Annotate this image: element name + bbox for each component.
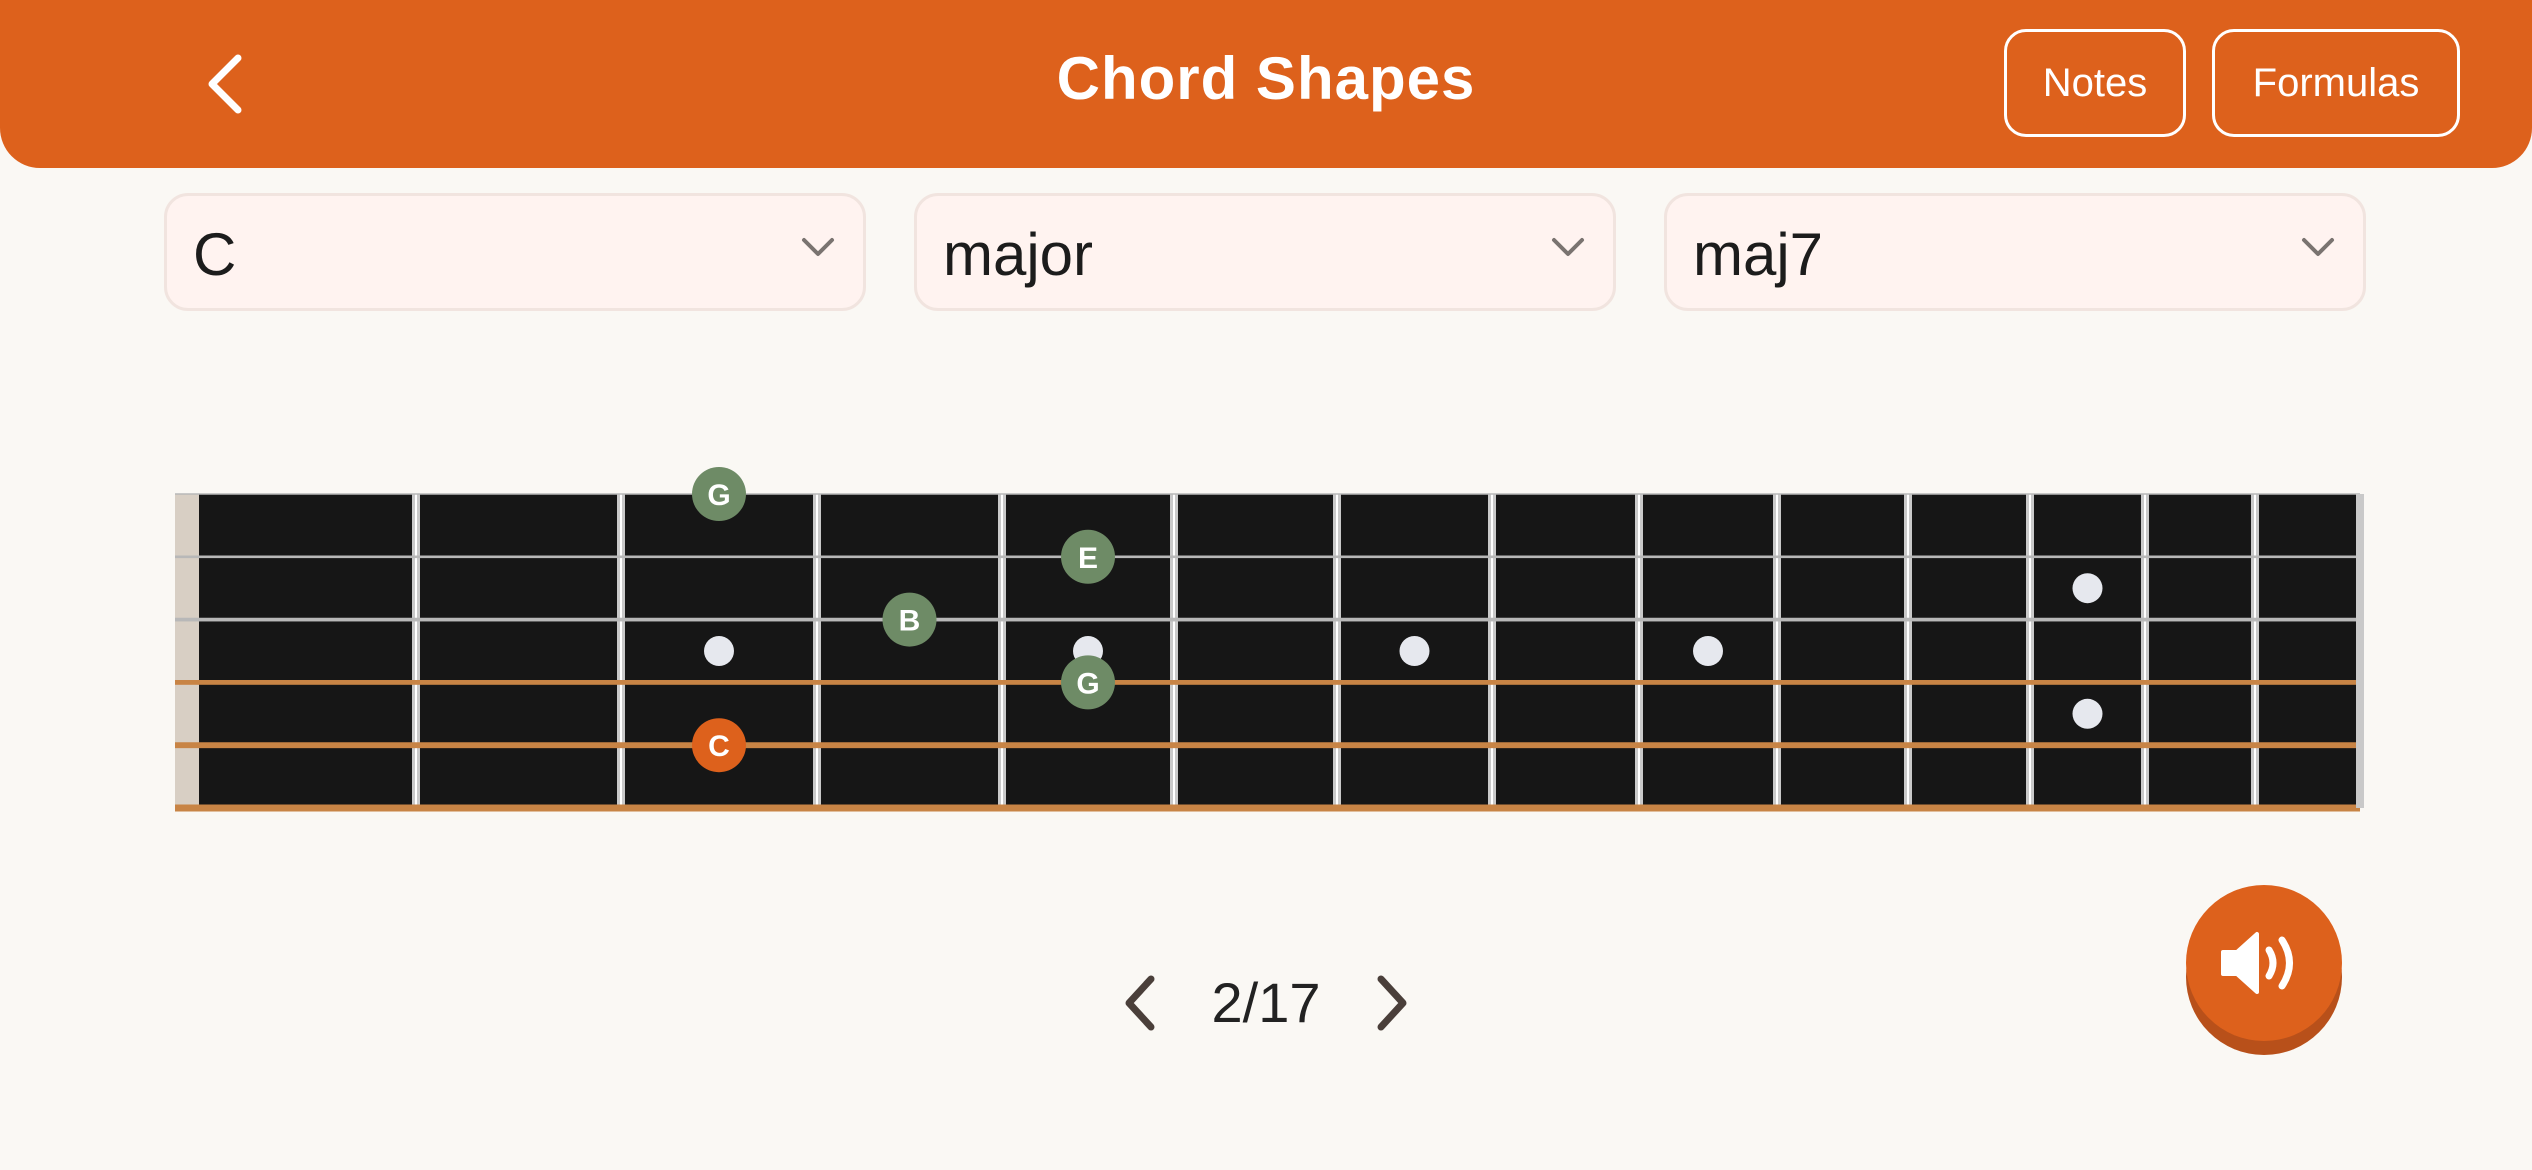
note-label: G <box>707 479 730 512</box>
fret-highlight <box>1173 494 1175 808</box>
inlay-dot <box>2072 698 2103 729</box>
guitar-string <box>175 617 2360 622</box>
guitar-string <box>175 493 2360 495</box>
note-label: G <box>1076 667 1099 700</box>
guitar-string <box>175 555 2360 559</box>
note-label: C <box>708 730 730 763</box>
speaker-icon <box>2221 932 2293 994</box>
note-label: E <box>1078 542 1098 575</box>
fret-highlight <box>415 494 417 808</box>
board-end <box>2356 494 2362 808</box>
play-sound-button[interactable] <box>2186 885 2344 1057</box>
chevron-right-icon <box>1377 975 1407 1031</box>
fret-highlight <box>1638 494 1640 808</box>
guitar-string <box>175 742 2360 749</box>
inlay-dot <box>2072 573 2103 604</box>
guitar-string <box>175 680 2360 685</box>
next-shape-button[interactable] <box>1358 966 1428 1040</box>
fret-highlight <box>1336 494 1338 808</box>
fret-highlight <box>1491 494 1493 808</box>
fret-highlight <box>1907 494 1909 808</box>
chevron-left-icon <box>1125 975 1155 1031</box>
inlay-dot <box>1693 636 1723 666</box>
inlay-dot <box>704 636 734 666</box>
shape-page-indicator: 2/17 <box>1211 971 1321 1034</box>
fret-highlight <box>2254 494 2256 808</box>
fret-highlight <box>1001 494 1003 808</box>
fret-highlight <box>2144 494 2146 808</box>
nut <box>175 494 199 808</box>
guitar-string <box>175 804 2360 812</box>
fret-highlight <box>1776 494 1778 808</box>
button-face <box>2186 885 2342 1041</box>
fret-highlight <box>816 494 818 808</box>
previous-shape-button[interactable] <box>1104 966 1174 1040</box>
inlay-dot <box>1399 636 1430 666</box>
fret-highlight <box>2029 494 2031 808</box>
note-label: B <box>899 605 921 638</box>
fret-highlight <box>620 494 622 808</box>
